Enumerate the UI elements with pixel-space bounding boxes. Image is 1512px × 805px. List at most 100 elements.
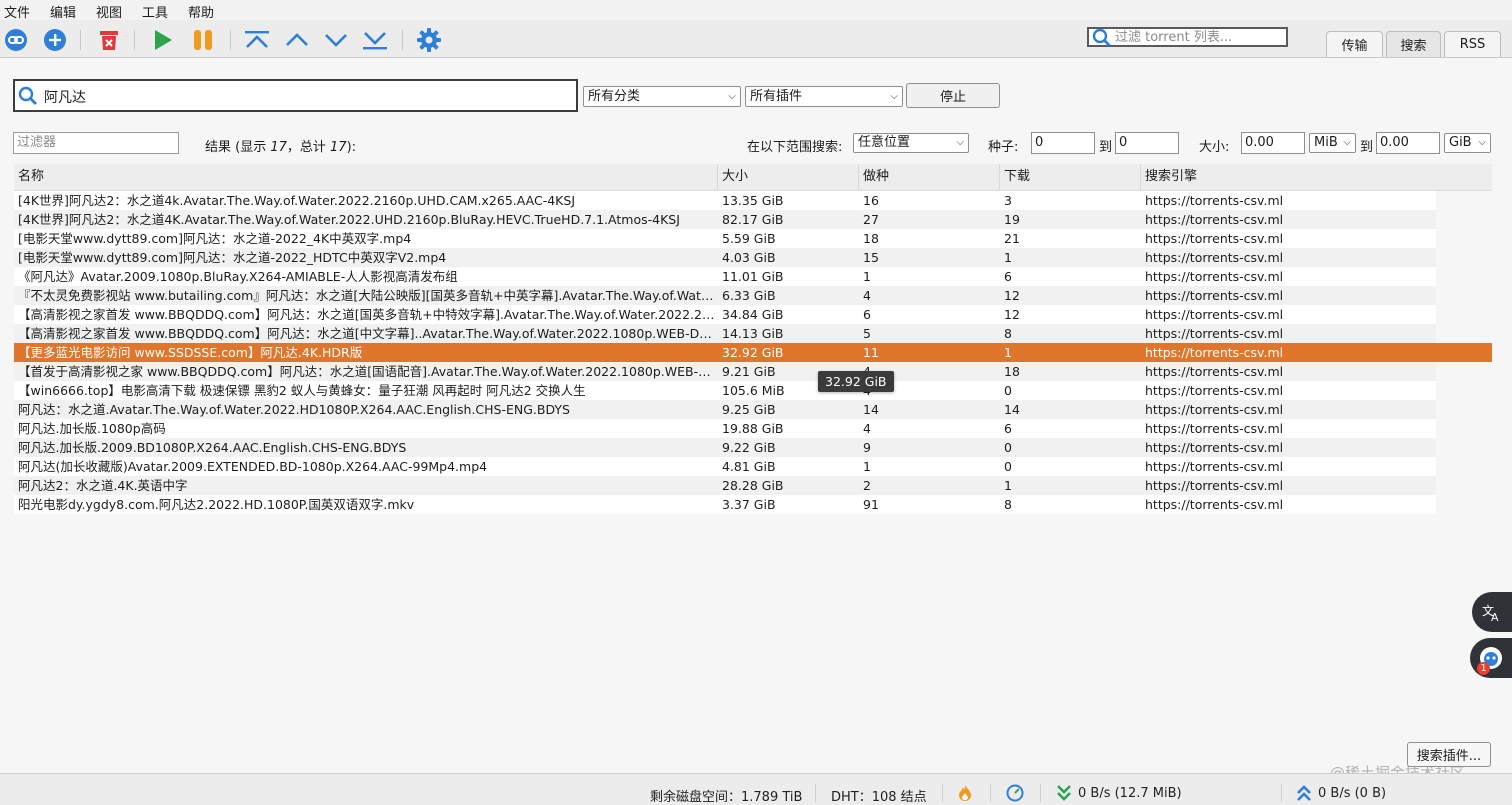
move-top-button[interactable]	[243, 26, 271, 54]
table-row[interactable]: 【首发于高清影视之家 www.BBQDDQ.com】阿凡达：水之道[国语配音].…	[14, 362, 1436, 381]
table-row[interactable]: 【高清影视之家首发 www.BBQDDQ.com】阿凡达：水之道[中文字幕]..…	[14, 324, 1436, 343]
translate-button[interactable]: 文A	[1472, 592, 1512, 632]
move-down-button[interactable]	[322, 26, 350, 54]
search-in-select[interactable]: 任意位置 ⌵	[853, 133, 969, 153]
result-seeds: 1	[863, 459, 871, 474]
result-size: 11.01 GiB	[722, 269, 784, 284]
options-button[interactable]	[415, 26, 443, 54]
column-header-seeds[interactable]: 做种	[859, 164, 1000, 190]
menu-tools[interactable]: 工具	[142, 2, 168, 21]
result-size: 4.03 GiB	[722, 250, 776, 265]
download-speed-icon	[1057, 785, 1071, 801]
torrent-list-filter[interactable]	[1087, 27, 1288, 47]
table-row[interactable]: 【高清影视之家首发 www.BBQDDQ.com】阿凡达：水之道[国英多音轨+中…	[14, 305, 1436, 324]
size-max-input[interactable]: 0.00	[1376, 132, 1440, 154]
table-row[interactable]: 『不太灵免费影视站 www.butailing.com』阿凡达：水之道[大陆公映…	[14, 286, 1436, 305]
delete-button[interactable]	[95, 26, 123, 54]
size-label: 大小:	[1199, 140, 1230, 155]
status-separator	[1281, 784, 1282, 802]
size-max-unit-select[interactable]: GiB ⌵	[1444, 133, 1491, 153]
menu-bar: 文件 编辑 视图 工具 帮助	[0, 0, 1512, 21]
stop-search-button[interactable]: 停止	[906, 83, 1000, 108]
table-row[interactable]: 阿凡达：水之道.Avatar.The.Way.of.Water.2022.HD1…	[14, 400, 1436, 419]
result-seeds: 14	[863, 402, 879, 417]
pause-icon	[194, 30, 212, 50]
move-bottom-button[interactable]	[361, 26, 389, 54]
table-row[interactable]: [电影天堂www.dytt89.com]阿凡达：水之道-2022_HDTC中英双…	[14, 248, 1436, 267]
result-engine: https://torrents-csv.ml	[1145, 269, 1284, 284]
chevron-down-icon: ⌵	[956, 137, 964, 148]
result-seeds: 27	[863, 212, 879, 227]
add-torrent-button[interactable]	[41, 26, 69, 54]
result-name: 【首发于高清影视之家 www.BBQDDQ.com】阿凡达：水之道[国语配音].…	[18, 364, 716, 379]
column-header-engine[interactable]: 搜索引擎	[1141, 164, 1492, 190]
column-header-name[interactable]: 名称	[14, 164, 718, 190]
menu-view[interactable]: 视图	[96, 2, 122, 21]
plugin-select-value: 所有插件	[750, 89, 803, 104]
size-min-unit-select[interactable]: MiB ⌵	[1309, 133, 1356, 153]
results-filter-input[interactable]	[17, 133, 177, 151]
result-size: 3.37 GiB	[722, 497, 776, 512]
result-engine: https://torrents-csv.ml	[1145, 497, 1284, 512]
column-header-size[interactable]: 大小	[718, 164, 859, 190]
category-select[interactable]: 所有分类 ⌵	[583, 86, 741, 107]
result-engine: https://torrents-csv.ml	[1145, 288, 1284, 303]
seeds-min-input[interactable]: 0	[1031, 132, 1095, 154]
chevron-down-icon	[325, 34, 347, 47]
table-row[interactable]: 阿凡达.加长版.2009.BD1080P.X264.AAC.English.CH…	[14, 438, 1436, 457]
search-query-box[interactable]: 阿凡达	[13, 79, 578, 112]
menu-edit[interactable]: 编辑	[50, 2, 76, 21]
results-filter-field[interactable]	[13, 132, 179, 154]
plugin-select[interactable]: 所有插件 ⌵	[745, 86, 903, 107]
gear-icon	[417, 28, 441, 52]
pause-button[interactable]	[189, 26, 217, 54]
table-row[interactable]: 《阿凡达》Avatar.2009.1080p.BluRay.X264-AMIAB…	[14, 267, 1436, 286]
fire-icon	[959, 785, 971, 801]
table-row[interactable]: 阿凡达.加长版.1080p高码 19.88 GiB 4 6 https://torren…	[14, 419, 1436, 438]
resume-button[interactable]	[149, 26, 177, 54]
search-query-text[interactable]: 阿凡达	[44, 87, 86, 107]
plus-circle-icon	[44, 29, 66, 51]
assistant-button[interactable]: 1	[1470, 638, 1512, 678]
tab-rss[interactable]: RSS	[1444, 31, 1501, 57]
table-row[interactable]: [4K世界]阿凡达2：水之道4k.Avatar.The.Way.of.Water…	[14, 191, 1436, 210]
move-up-button[interactable]	[283, 26, 311, 54]
link-icon	[5, 29, 27, 51]
move-top-icon	[245, 31, 269, 48]
result-engine: https://torrents-csv.ml	[1145, 402, 1284, 417]
results-count-mid: ，总计	[286, 140, 331, 155]
menu-help[interactable]: 帮助	[188, 2, 214, 21]
move-bottom-icon	[363, 32, 387, 50]
table-row[interactable]: [电影天堂www.dytt89.com]阿凡达：水之道-2022_4K中英双字.…	[14, 229, 1436, 248]
add-link-button[interactable]	[2, 26, 30, 54]
torrent-filter-input[interactable]	[1115, 29, 1285, 45]
seeds-max-input[interactable]: 0	[1115, 132, 1179, 154]
result-leechers: 1	[1004, 250, 1012, 265]
result-leechers: 6	[1004, 269, 1012, 284]
result-engine: https://torrents-csv.ml	[1145, 383, 1284, 398]
size-max-unit-value: GiB	[1449, 135, 1472, 150]
table-row[interactable]: 【win6666.top】电影高清下载 极速保镖 黑豹2 蚁人与黄蜂女：量子狂潮…	[14, 381, 1436, 400]
result-name: 阳光电影dy.ygdy8.com.阿凡达2.2022.HD.1080P.国英双语…	[18, 497, 415, 512]
column-header-leechers[interactable]: 下载	[1000, 164, 1141, 190]
result-seeds: 5	[863, 326, 871, 341]
table-row[interactable]: 【更多蓝光电影访问 www.SSDSSE.com】阿凡达.4K.HDR版 32.9…	[14, 343, 1492, 362]
table-row[interactable]: [4K世界]阿凡达2：水之道4K.Avatar.The.Way.of.Water…	[14, 210, 1436, 229]
result-name: 《阿凡达》Avatar.2009.1080p.BluRay.X264-AMIAB…	[18, 269, 458, 284]
result-engine: https://torrents-csv.ml	[1145, 478, 1284, 493]
tab-search[interactable]: 搜索	[1386, 31, 1441, 57]
result-size: 32.92 GiB	[722, 345, 784, 360]
result-name: 【更多蓝光电影访问 www.SSDSSE.com】阿凡达.4K.HDR版	[18, 345, 363, 360]
result-leechers: 19	[1004, 212, 1020, 227]
table-row[interactable]: 阳光电影dy.ygdy8.com.阿凡达2.2022.HD.1080P.国英双语…	[14, 495, 1436, 514]
table-row[interactable]: 阿凡达2：水之道.4K.英语中字 28.28 GiB 2 1 https://torre…	[14, 476, 1436, 495]
tab-transfers[interactable]: 传输	[1326, 31, 1383, 57]
result-leechers: 18	[1004, 364, 1020, 379]
result-seeds: 2	[863, 478, 871, 493]
result-leechers: 14	[1004, 402, 1020, 417]
dht-nodes: DHT：108 结点	[831, 790, 927, 805]
size-min-input[interactable]: 0.00	[1241, 132, 1305, 154]
menu-file[interactable]: 文件	[4, 2, 30, 21]
search-plugins-button[interactable]: 搜索插件...	[1407, 742, 1491, 767]
table-row[interactable]: 阿凡达(加长收藏版)Avatar.2009.EXTENDED.BD-1080p.…	[14, 457, 1436, 476]
